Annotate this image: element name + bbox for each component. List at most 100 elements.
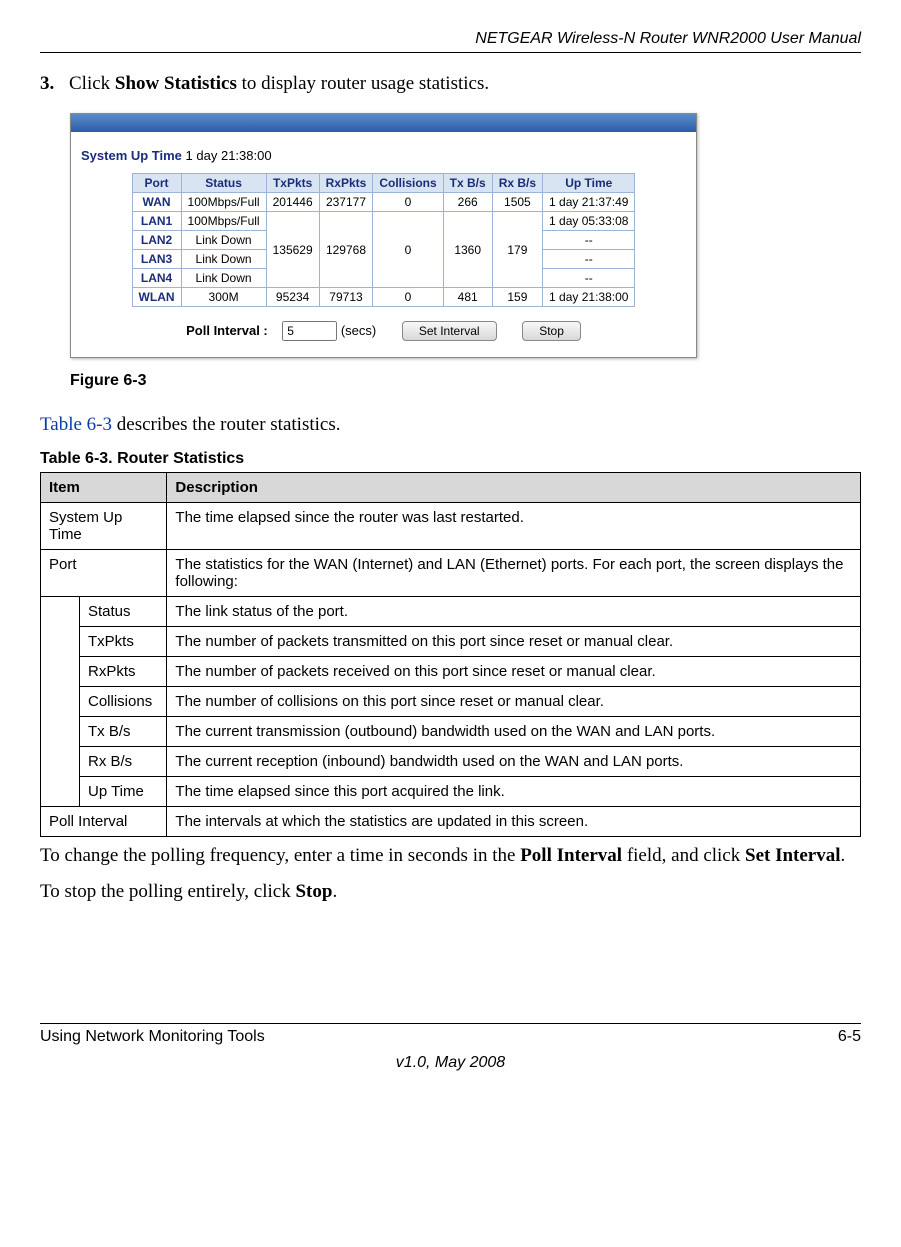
- def-item: Status: [80, 597, 167, 627]
- cell-col: 0: [373, 288, 443, 307]
- cell-txb: 1360: [443, 212, 492, 288]
- cell-tx: 201446: [266, 193, 319, 212]
- poll-interval-unit: (secs): [341, 323, 376, 338]
- cell-rx: 79713: [319, 288, 373, 307]
- cell-up: --: [543, 269, 635, 288]
- table-row: Status The link status of the port.: [41, 597, 861, 627]
- text: field, and click: [622, 845, 745, 866]
- table-row: LAN1 100Mbps/Full 135629 129768 0 1360 1…: [132, 212, 635, 231]
- stats-header-row: Port Status TxPkts RxPkts Collisions Tx …: [132, 174, 635, 193]
- def-item: TxPkts: [80, 627, 167, 657]
- cell-rxb: 159: [492, 288, 542, 307]
- def-item: RxPkts: [80, 657, 167, 687]
- def-item: Collisions: [80, 687, 167, 717]
- text: .: [332, 881, 337, 902]
- def-desc: The current transmission (outbound) band…: [167, 717, 861, 747]
- cell-status: 300M: [181, 288, 266, 307]
- col-collisions: Collisions: [373, 174, 443, 193]
- step-number: 3.: [40, 73, 54, 94]
- def-item: Poll Interval: [41, 807, 167, 837]
- cell-status: 100Mbps/Full: [181, 193, 266, 212]
- footer-version: v1.0, May 2008: [40, 1054, 861, 1072]
- figure-caption: Figure 6-3: [70, 372, 861, 390]
- cell-rx: 129768: [319, 212, 373, 288]
- cell-up: --: [543, 231, 635, 250]
- table-row: WLAN 300M 95234 79713 0 481 159 1 day 21…: [132, 288, 635, 307]
- system-up-time-row: System Up Time 1 day 21:38:00: [71, 144, 696, 173]
- cell-tx: 135629: [266, 212, 319, 288]
- def-item: Tx B/s: [80, 717, 167, 747]
- poll-interval-input[interactable]: [282, 321, 337, 341]
- router-statistics-screenshot: System Up Time 1 day 21:38:00 Port Statu…: [70, 113, 697, 358]
- table-row: System Up Time The time elapsed since th…: [41, 503, 861, 550]
- header-rule: [40, 52, 861, 53]
- cell-port: WAN: [132, 193, 181, 212]
- statistics-table: Port Status TxPkts RxPkts Collisions Tx …: [132, 173, 636, 307]
- def-item: System Up Time: [41, 503, 167, 550]
- def-desc: The intervals at which the statistics ar…: [167, 807, 861, 837]
- def-desc: The number of packets transmitted on thi…: [167, 627, 861, 657]
- paragraph-poll-stop: To stop the polling entirely, click Stop…: [40, 881, 861, 903]
- def-item: Up Time: [80, 777, 167, 807]
- cell-rx: 237177: [319, 193, 373, 212]
- router-statistics-definition-table: Item Description System Up Time The time…: [40, 472, 861, 837]
- def-desc: The link status of the port.: [167, 597, 861, 627]
- table-row: TxPkts The number of packets transmitted…: [41, 627, 861, 657]
- cell-status: Link Down: [181, 250, 266, 269]
- page-footer: Using Network Monitoring Tools 6-5 v1.0,…: [40, 1023, 861, 1072]
- table-row: Up Time The time elapsed since this port…: [41, 777, 861, 807]
- system-up-time-value: 1 day 21:38:00: [186, 148, 272, 163]
- page-header: NETGEAR Wireless-N Router WNR2000 User M…: [40, 30, 861, 48]
- def-desc: The number of packets received on this p…: [167, 657, 861, 687]
- cell-up: --: [543, 250, 635, 269]
- table-row: Tx B/s The current transmission (outboun…: [41, 717, 861, 747]
- def-desc: The time elapsed since the router was la…: [167, 503, 861, 550]
- col-port: Port: [132, 174, 181, 193]
- col-uptime: Up Time: [543, 174, 635, 193]
- cell-rxb: 179: [492, 212, 542, 288]
- def-desc: The number of collisions on this port si…: [167, 687, 861, 717]
- cell-port: LAN1: [132, 212, 181, 231]
- system-up-time-label: System Up Time: [81, 148, 182, 163]
- stop-button[interactable]: Stop: [522, 321, 581, 341]
- table-row: RxPkts The number of packets received on…: [41, 657, 861, 687]
- reference-text: describes the router statistics.: [112, 414, 340, 435]
- def-desc: The time elapsed since this port acquire…: [167, 777, 861, 807]
- text: To stop the polling entirely, click: [40, 881, 295, 902]
- table-row: Poll Interval The intervals at which the…: [41, 807, 861, 837]
- def-header-row: Item Description: [41, 473, 861, 503]
- cell-port: WLAN: [132, 288, 181, 307]
- def-indent: [41, 597, 80, 807]
- poll-interval-label: Poll Interval :: [186, 323, 268, 338]
- col-txbs: Tx B/s: [443, 174, 492, 193]
- paragraph-poll-change: To change the polling frequency, enter a…: [40, 845, 861, 867]
- table-row: Port The statistics for the WAN (Interne…: [41, 550, 861, 597]
- cell-status: 100Mbps/Full: [181, 212, 266, 231]
- table-row: Collisions The number of collisions on t…: [41, 687, 861, 717]
- table-6-3-link[interactable]: Table 6-3: [40, 414, 112, 435]
- text-bold: Set Interval: [745, 845, 841, 866]
- cell-port: LAN3: [132, 250, 181, 269]
- col-rxbs: Rx B/s: [492, 174, 542, 193]
- cell-txb: 481: [443, 288, 492, 307]
- footer-page-number: 6-5: [838, 1028, 861, 1046]
- cell-status: Link Down: [181, 269, 266, 288]
- footer-rule: [40, 1023, 861, 1024]
- reference-line: Table 6-3 describes the router statistic…: [40, 414, 861, 436]
- step-text-post: to display router usage statistics.: [237, 73, 489, 94]
- cell-status: Link Down: [181, 231, 266, 250]
- step-text-bold: Show Statistics: [115, 73, 237, 94]
- def-header-item: Item: [41, 473, 167, 503]
- set-interval-button[interactable]: Set Interval: [402, 321, 497, 341]
- def-desc: The statistics for the WAN (Internet) an…: [167, 550, 861, 597]
- text-bold: Stop: [295, 881, 332, 902]
- col-txpkts: TxPkts: [266, 174, 319, 193]
- cell-col: 0: [373, 212, 443, 288]
- text-bold: Poll Interval: [520, 845, 622, 866]
- def-header-desc: Description: [167, 473, 861, 503]
- table-title: Table 6-3. Router Statistics: [40, 450, 861, 468]
- cell-txb: 266: [443, 193, 492, 212]
- cell-up: 1 day 05:33:08: [543, 212, 635, 231]
- cell-up: 1 day 21:38:00: [543, 288, 635, 307]
- def-desc: The current reception (inbound) bandwidt…: [167, 747, 861, 777]
